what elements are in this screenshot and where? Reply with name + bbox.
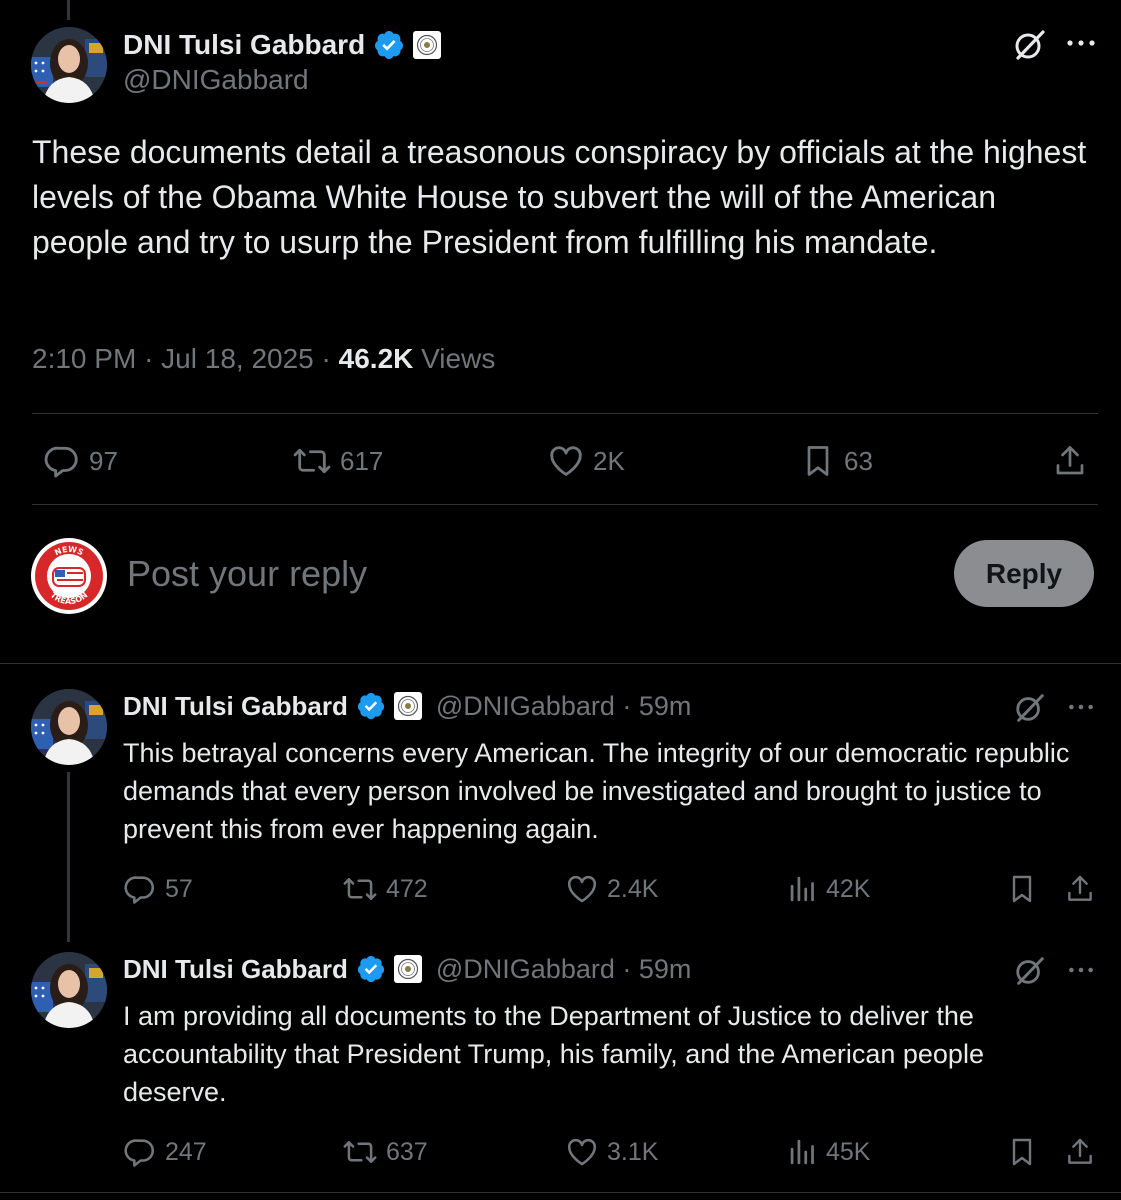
more-icon[interactable]: [1066, 35, 1096, 51]
thread-connector-line: [67, 0, 70, 20]
views-count: 46.2K: [338, 343, 414, 374]
reply-count: 247: [165, 1137, 207, 1166]
bookmark-count: 63: [844, 445, 873, 476]
share-icon: [1064, 1135, 1096, 1169]
share-button[interactable]: [1052, 440, 1088, 482]
tweet-date[interactable]: Jul 18, 2025: [161, 343, 314, 374]
repost-icon: [342, 1135, 378, 1169]
bookmark-icon: [1006, 872, 1038, 906]
share-button[interactable]: [1064, 1132, 1096, 1172]
repost-button[interactable]: 472: [342, 869, 428, 909]
verified-badge-icon[interactable]: [356, 954, 386, 984]
more-icon[interactable]: [1067, 700, 1095, 714]
bookmark-button[interactable]: [1006, 1132, 1038, 1172]
repost-count: 637: [386, 1137, 428, 1166]
repost-button[interactable]: 617: [292, 440, 383, 482]
handle-and-time[interactable]: @DNIGabbard · 59m: [436, 954, 692, 985]
handle-and-time[interactable]: @DNIGabbard · 59m: [436, 691, 692, 722]
reply-button[interactable]: 57: [123, 869, 193, 909]
grok-icon[interactable]: [1013, 28, 1047, 62]
views-icon: [788, 872, 818, 906]
views-button[interactable]: 45K: [788, 1132, 870, 1172]
author-name-row: DNI Tulsi Gabbard @DNIGabbard · 59m: [123, 689, 691, 723]
views-count: 45K: [826, 1137, 871, 1166]
tweet-text: I am providing all documents to the Depa…: [123, 1001, 984, 1107]
display-name[interactable]: DNI Tulsi Gabbard: [123, 954, 348, 985]
meta-separator: ·: [321, 343, 331, 374]
grok-icon[interactable]: [1014, 692, 1046, 724]
divider: [32, 413, 1098, 414]
repost-count: 472: [386, 874, 428, 903]
share-icon: [1064, 872, 1096, 906]
meta-separator: ·: [144, 343, 154, 374]
share-button[interactable]: [1064, 869, 1096, 909]
tweet-time[interactable]: 2:10 PM: [32, 343, 136, 374]
current-user-avatar[interactable]: NEWS TREASON: [31, 538, 107, 614]
views-icon: [788, 1135, 818, 1169]
tweet-meta: 2:10 PM · Jul 18, 2025 · 46.2K Views: [32, 343, 495, 375]
repost-count: 617: [340, 445, 384, 476]
reply-button[interactable]: 97: [43, 440, 118, 482]
tweet-text: These documents detail a treasonous cons…: [32, 134, 1087, 260]
verified-badge-icon[interactable]: [356, 691, 386, 721]
views-count: 42K: [826, 874, 871, 903]
reply-icon: [123, 1135, 157, 1169]
like-button[interactable]: 2K: [547, 440, 625, 482]
like-icon: [547, 442, 585, 480]
reply-icon: [43, 442, 81, 480]
reply-icon: [123, 872, 157, 906]
grok-icon[interactable]: [1014, 955, 1046, 987]
government-seal-icon[interactable]: [393, 955, 422, 983]
tweet-text: This betrayal concerns every American. T…: [123, 738, 1070, 844]
bookmark-icon: [800, 442, 836, 480]
author-name-row: DNI Tulsi Gabbard: [123, 27, 442, 63]
bookmark-icon: [1006, 1135, 1038, 1169]
display-name[interactable]: DNI Tulsi Gabbard: [123, 691, 348, 722]
avatar[interactable]: [31, 952, 107, 1028]
reply-tweet[interactable]: DNI Tulsi Gabbard @DNIGabbard · 59m This…: [0, 664, 1121, 942]
government-seal-icon[interactable]: [393, 692, 422, 720]
like-button[interactable]: 3.1K: [565, 1132, 658, 1172]
reply-input[interactable]: [127, 548, 907, 600]
repost-icon: [342, 872, 378, 906]
reply-count: 57: [165, 874, 193, 903]
like-icon: [565, 872, 599, 906]
avatar[interactable]: [31, 689, 107, 765]
reply-button[interactable]: 247: [123, 1132, 207, 1172]
bookmark-button[interactable]: 63: [800, 440, 873, 482]
author-handle[interactable]: @DNIGabbard: [123, 64, 309, 96]
reply-submit-button[interactable]: Reply: [954, 540, 1094, 607]
main-tweet: DNI Tulsi Gabbard @DNIGabbard These docu…: [0, 0, 1121, 660]
reply-count: 97: [89, 445, 118, 476]
avatar[interactable]: [31, 27, 107, 103]
thread-connector-line: [67, 772, 70, 942]
divider: [32, 504, 1098, 505]
reply-tweet[interactable]: DNI Tulsi Gabbard @DNIGabbard · 59m I am…: [0, 927, 1121, 1192]
views-button[interactable]: 42K: [788, 869, 870, 909]
more-icon[interactable]: [1067, 963, 1095, 977]
verified-badge-icon[interactable]: [373, 29, 405, 61]
bottom-divider: [0, 1192, 1121, 1193]
repost-icon: [292, 442, 332, 480]
bookmark-button[interactable]: [1006, 869, 1038, 909]
repost-button[interactable]: 637: [342, 1132, 428, 1172]
like-icon: [565, 1135, 599, 1169]
like-count: 2K: [593, 445, 625, 476]
author-name-row: DNI Tulsi Gabbard @DNIGabbard · 59m: [123, 952, 691, 986]
share-icon: [1052, 442, 1088, 480]
government-seal-icon[interactable]: [413, 31, 442, 59]
like-count: 2.4K: [607, 874, 659, 903]
views-label: Views: [421, 343, 496, 374]
like-count: 3.1K: [607, 1137, 659, 1166]
like-button[interactable]: 2.4K: [565, 869, 658, 909]
display-name[interactable]: DNI Tulsi Gabbard: [123, 29, 365, 61]
